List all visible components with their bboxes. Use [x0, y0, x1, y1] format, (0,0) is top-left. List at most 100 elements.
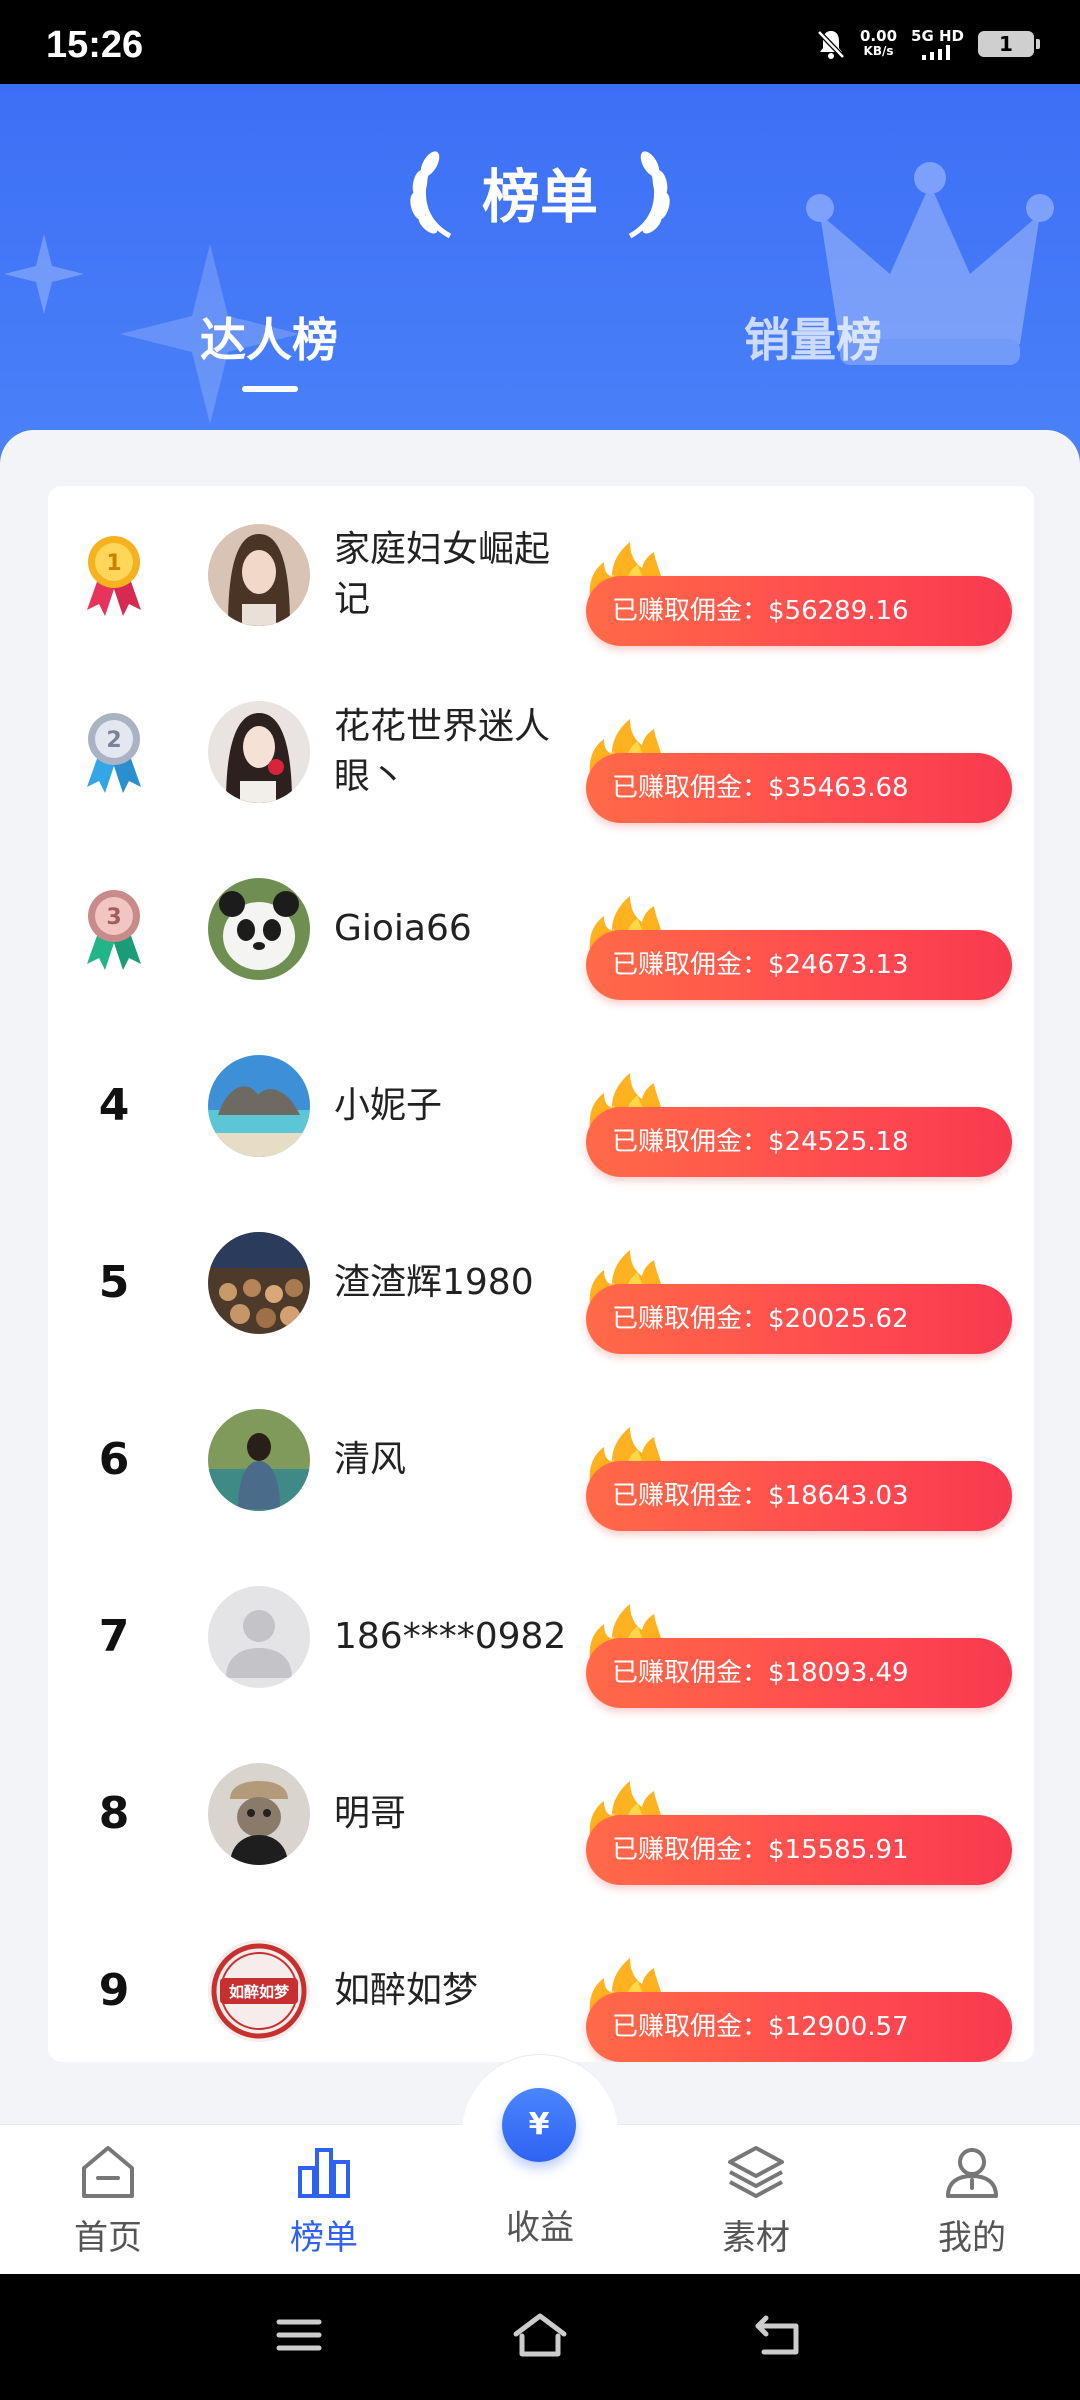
- commission-badge: 已赚取佣金：$24525.18: [586, 1073, 1012, 1177]
- commission-badge: 已赚取佣金：$18093.49: [586, 1604, 1012, 1708]
- ranking-row[interactable]: 5 渣渣辉1980 已赚取佣金：$20025.62: [48, 1194, 1034, 1371]
- commission-pill: 已赚取佣金：$24673.13: [586, 930, 1012, 1000]
- avatar[interactable]: [208, 1586, 310, 1688]
- avatar[interactable]: [208, 1409, 310, 1511]
- nav-profile-label: 我的: [938, 2218, 1006, 2258]
- page-title: 榜单: [481, 163, 598, 231]
- rank-medal: 2: [74, 663, 154, 840]
- user-name: 花花世界迷人眼丶: [334, 705, 551, 797]
- ranking-row[interactable]: 3 Gioia66 已赚取佣金：$24673.13: [48, 840, 1034, 1017]
- ranking-row[interactable]: 2 花花世界迷人眼丶 已赚取佣金：$35463.68: [48, 663, 1034, 840]
- tab-active-indicator: [242, 386, 298, 392]
- avatar[interactable]: [208, 878, 310, 980]
- nav-ranking-label: 榜单: [290, 2218, 358, 2258]
- avatar[interactable]: 如醉如梦: [208, 1940, 310, 2042]
- commission-badge: 已赚取佣金：$15585.91: [586, 1781, 1012, 1885]
- tab-sales-ranking[interactable]: 销量榜: [744, 304, 882, 370]
- rank-number: 5: [98, 1257, 130, 1308]
- user-name: 渣渣辉1980: [334, 1261, 534, 1303]
- menu-icon[interactable]: [274, 2310, 324, 2360]
- avatar[interactable]: [208, 1055, 310, 1157]
- user-name: 家庭妇女崛起记: [334, 528, 551, 620]
- avatar[interactable]: [208, 524, 310, 626]
- layers-icon: [728, 2146, 784, 2198]
- profile-icon: [946, 2148, 998, 2198]
- net-speed-value: 0.00: [860, 27, 898, 45]
- user-name: 明哥: [334, 1792, 407, 1834]
- commission-pill: 已赚取佣金：$12900.57: [586, 1992, 1012, 2062]
- commission-pill: 已赚取佣金：$56289.16: [586, 576, 1012, 646]
- ranking-row[interactable]: 7 186****0982 已赚取佣金：$18093.49: [48, 1548, 1034, 1725]
- commission-text: 已赚取佣金：$24525.18: [612, 1127, 909, 1157]
- commission-pill: 已赚取佣金：$18643.03: [586, 1461, 1012, 1531]
- commission-pill: 已赚取佣金：$18093.49: [586, 1638, 1012, 1708]
- status-time: 15:26: [46, 24, 144, 66]
- ranking-list[interactable]: 1 家庭妇女崛起记 已赚取佣金：$56289.16 2 花花世界迷人眼丶 已赚取…: [48, 486, 1034, 2062]
- net-speed-unit: KB/s: [863, 44, 894, 58]
- silver-medal-icon: 2: [87, 712, 141, 793]
- ranking-row[interactable]: 8 明哥 已赚取佣金：$15585.91: [48, 1725, 1034, 1902]
- commission-badge: 已赚取佣金：$20025.62: [586, 1250, 1012, 1354]
- stamp-text: 如醉如梦: [229, 1983, 290, 2001]
- commission-text: 已赚取佣金：$18093.49: [612, 1658, 909, 1688]
- status-bar: 15:26 0.00 KB/s 5G HD 1: [0, 0, 1080, 84]
- commission-pill: 已赚取佣金：$35463.68: [586, 753, 1012, 823]
- avatar[interactable]: [208, 1232, 310, 1334]
- rank-number: 4: [98, 1080, 130, 1131]
- svg-text:1: 1: [106, 551, 121, 576]
- home-icon: [82, 2146, 134, 2198]
- signal-label: 5G HD: [911, 26, 964, 45]
- commission-badge: 已赚取佣金：$35463.68: [586, 719, 1012, 823]
- user-name: 小妮子: [334, 1084, 443, 1126]
- laurel-right-icon: [628, 151, 670, 239]
- tab-talent-ranking[interactable]: 达人榜: [200, 304, 338, 370]
- commission-badge: 已赚取佣金：$56289.16: [586, 542, 1012, 646]
- commission-pill: 已赚取佣金：$20025.62: [586, 1284, 1012, 1354]
- nav-home[interactable]: 首页: [28, 2130, 188, 2270]
- system-nav-bar: [0, 2274, 1080, 2400]
- signal-icon: [921, 44, 950, 60]
- mute-icon: [817, 30, 845, 59]
- commission-pill: 已赚取佣金：$15585.91: [586, 1815, 1012, 1885]
- ranking-icon: [298, 2148, 350, 2198]
- ranking-row[interactable]: 4 小妮子 已赚取佣金：$24525.18: [48, 1017, 1034, 1194]
- nav-earnings-label: 收益: [506, 2208, 574, 2248]
- nav-profile[interactable]: 我的: [892, 2130, 1052, 2270]
- rank-number: 8: [98, 1788, 130, 1839]
- commission-text: 已赚取佣金：$56289.16: [612, 596, 909, 626]
- svg-text:2: 2: [106, 728, 121, 753]
- home-system-icon[interactable]: [512, 2310, 568, 2360]
- header: 榜单 达人榜 销量榜: [0, 84, 1080, 484]
- bronze-medal-icon: 3: [87, 889, 141, 970]
- avatar[interactable]: [208, 1763, 310, 1865]
- user-name: 如醉如梦: [334, 1969, 479, 2011]
- commission-badge: 已赚取佣金：$18643.03: [586, 1427, 1012, 1531]
- star-decoration-icon: [4, 234, 84, 314]
- ranking-row[interactable]: 1 家庭妇女崛起记 已赚取佣金：$56289.16: [48, 486, 1034, 663]
- nav-materials[interactable]: 素材: [676, 2130, 836, 2270]
- commission-text: 已赚取佣金：$35463.68: [612, 773, 909, 803]
- user-name: Gioia66: [334, 907, 472, 949]
- commission-text: 已赚取佣金：$20025.62: [612, 1304, 909, 1334]
- commission-text: 已赚取佣金：$15585.91: [612, 1835, 909, 1865]
- ranking-row[interactable]: 6 清风 已赚取佣金：$18643.03: [48, 1371, 1034, 1548]
- nav-ranking[interactable]: 榜单: [244, 2130, 404, 2270]
- content-area: 1 家庭妇女崛起记 已赚取佣金：$56289.16 2 花花世界迷人眼丶 已赚取…: [0, 430, 1080, 2124]
- commission-text: 已赚取佣金：$12900.57: [612, 2012, 909, 2042]
- nav-home-label: 首页: [74, 2218, 142, 2258]
- avatar[interactable]: [208, 701, 310, 803]
- rank-number: 6: [98, 1434, 130, 1485]
- earnings-center-button[interactable]: ¥: [502, 2088, 576, 2162]
- nav-earnings[interactable]: 收益: [460, 2200, 620, 2270]
- commission-pill: 已赚取佣金：$24525.18: [586, 1107, 1012, 1177]
- status-icons: 0.00 KB/s 5G HD 1: [816, 26, 1040, 62]
- rank-number: 9: [98, 1965, 130, 2016]
- net-speed: 0.00 KB/s: [860, 29, 897, 59]
- nav-materials-label: 素材: [722, 2218, 790, 2258]
- battery-icon: 1: [978, 31, 1040, 57]
- svg-text:3: 3: [106, 905, 121, 930]
- user-name: 186****0982: [334, 1615, 567, 1657]
- ranking-row[interactable]: 9 如醉如梦 如醉如梦 已赚取佣金：$12900.57: [48, 1902, 1034, 2062]
- back-icon[interactable]: [752, 2310, 804, 2360]
- user-name: 清风: [334, 1438, 407, 1480]
